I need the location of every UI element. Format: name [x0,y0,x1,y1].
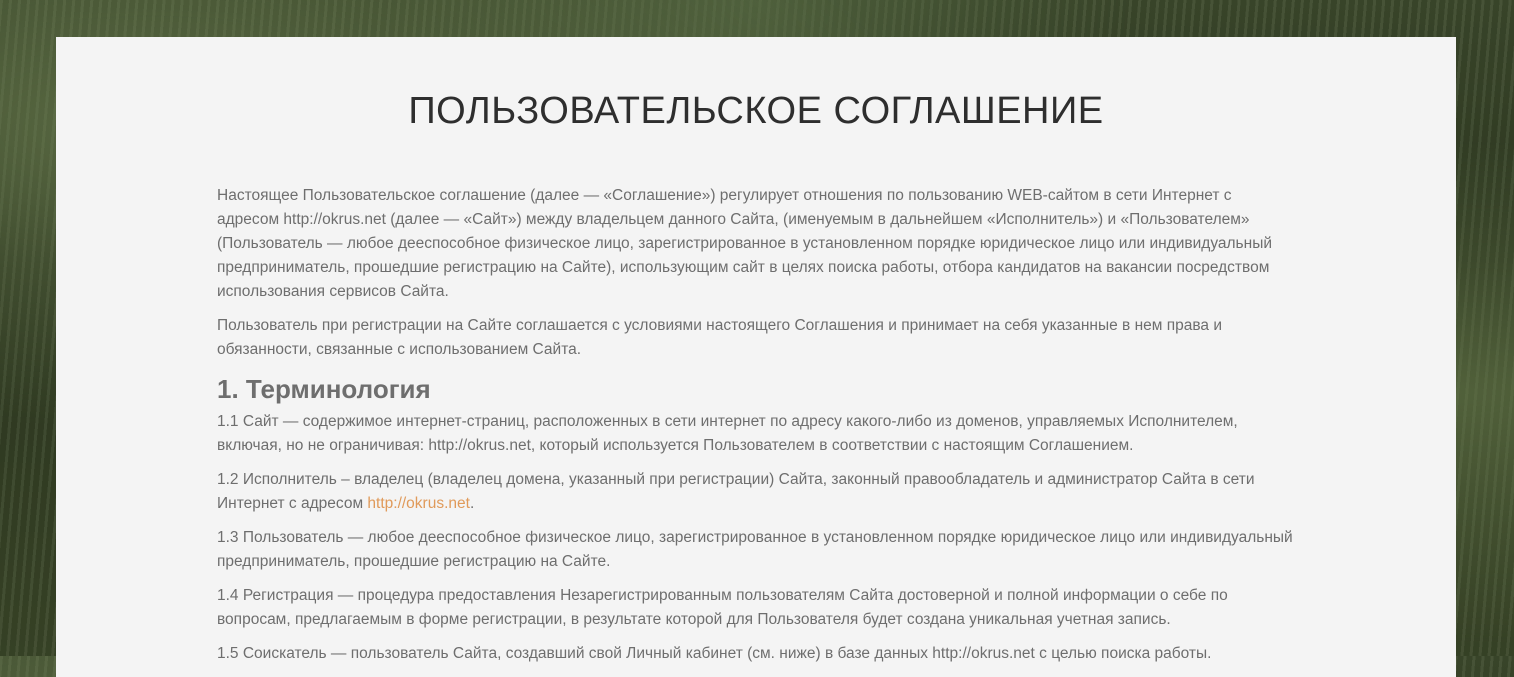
intro-paragraph: Настоящее Пользовательское соглашение (д… [217,187,1272,300]
term-1-2-end: . [469,495,475,512]
term-1-2: 1.2 Исполнитель – владелец (владелец дом… [217,468,1297,516]
intro-paragraph: Пользователь при регистрации на Сайте со… [217,317,1223,358]
page-title: ПОЛЬЗОВАТЕЛЬСКОЕ СОГЛАШЕНИЕ [408,90,1104,132]
term-1-4: 1.4 Регистрация — процедура предоставлен… [217,587,1228,628]
agreement-panel: ПОЛЬЗОВАТЕЛЬСКОЕ СОГЛАШЕНИЕ Настоящее По… [56,37,1456,677]
term-1-1: 1.1 Сайт — содержимое интернет-страниц, … [217,413,1238,454]
okrus-link[interactable]: http://okrus.net [367,495,470,512]
section-heading-terminology: 1. Терминология [217,374,431,404]
term-1-3: 1.3 Пользователь — любое дееспособное фи… [217,529,1293,570]
agreement-content: Настоящее Пользовательское соглашение (д… [217,184,1297,676]
term-1-5: 1.5 Соискатель — пользователь Сайта, соз… [217,645,1212,662]
